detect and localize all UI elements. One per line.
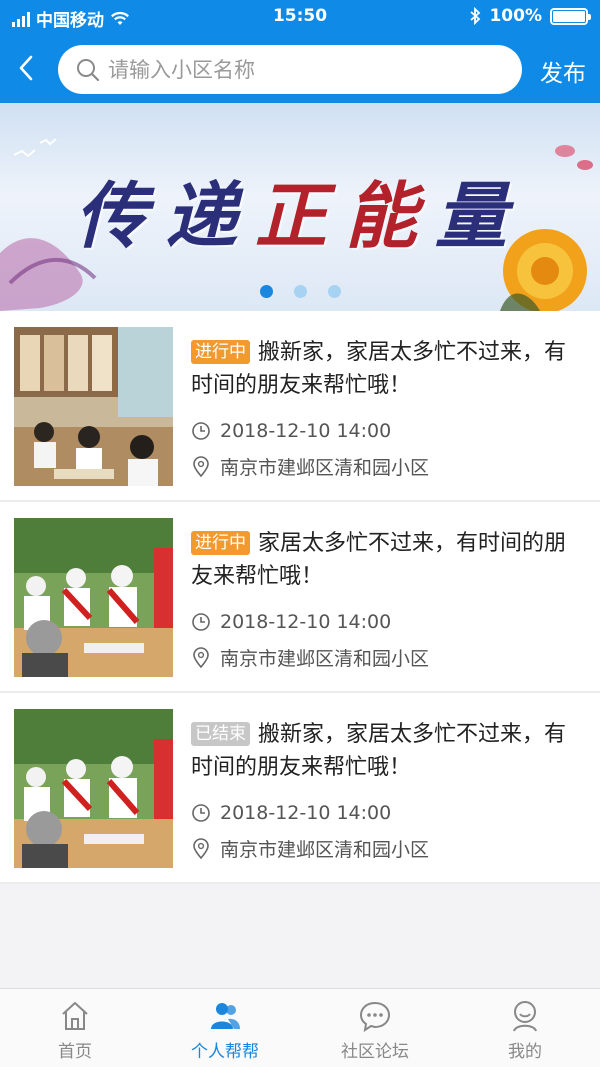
tab-label: 我的 [508, 1042, 542, 1062]
tab-label: 个人帮帮 [191, 1042, 259, 1062]
status-badge: 进行中 [191, 340, 250, 364]
tab-label: 社区论坛 [341, 1042, 409, 1062]
activity-thumbnail [14, 518, 173, 677]
app-header: 中国移动 15:50 100% 发布 [0, 0, 600, 103]
status-right: 100% [469, 6, 591, 26]
list-item[interactable]: 进行中 家居太多忙不过来，有时间的朋友来帮忙哦！ 2018-12-10 14:00 南… [0, 502, 600, 693]
carousel-dot[interactable] [327, 285, 341, 298]
promo-banner[interactable]: 传递正能量 [0, 103, 600, 311]
carousel-indicator[interactable] [0, 285, 600, 298]
tab-home[interactable]: 首页 [0, 989, 150, 1067]
activity-address-text: 南京市建邺区清和园小区 [220, 648, 430, 670]
activity-address-text: 南京市建邺区清和园小区 [220, 839, 430, 861]
clock-icon [192, 804, 210, 822]
activity-address: 南京市建邺区清和园小区 [191, 835, 429, 862]
activity-thumbnail [14, 709, 173, 868]
activity-time: 2018-12-10 14:00 [191, 420, 391, 442]
chat-icon [359, 1001, 391, 1033]
bluetooth-icon [470, 7, 481, 25]
people-icon [211, 1003, 240, 1029]
status-badge: 进行中 [191, 531, 250, 555]
status-badge: 已结束 [191, 722, 250, 746]
photo-image [14, 518, 173, 677]
battery-icon [550, 7, 591, 25]
battery-percent: 100% [489, 6, 542, 26]
carousel-dot[interactable] [259, 285, 273, 298]
search-input[interactable] [108, 57, 488, 82]
publish-button[interactable]: 发布 [540, 54, 586, 88]
home-icon [62, 1002, 88, 1030]
location-pin-icon [193, 646, 209, 668]
location-pin-icon [193, 455, 209, 477]
profile-icon [513, 1001, 537, 1032]
photo-image [14, 327, 173, 486]
list-item[interactable]: 进行中 搬新家，家居太多忙不过来，有时间的朋友来帮忙哦！ 2018-12-10 14… [0, 311, 600, 502]
banner-title: 传递正能量 [0, 157, 600, 262]
status-bar: 中国移动 15:50 100% [0, 0, 600, 34]
tab-chat[interactable]: 社区论坛 [300, 989, 450, 1067]
list-item[interactable]: 已结束 搬新家，家居太多忙不过来，有时间的朋友来帮忙哦！ 2018-12-10 14… [0, 693, 600, 884]
activity-title: 已结束 搬新家，家居太多忙不过来，有时间的朋友来帮忙哦！ [191, 718, 587, 784]
tab-profile[interactable]: 我的 [450, 989, 600, 1067]
location-pin-icon [193, 837, 209, 859]
search-bar[interactable] [58, 45, 522, 94]
banner-title-part1: 传递 [74, 173, 255, 258]
back-button[interactable] [6, 46, 46, 90]
activity-time: 2018-12-10 14:00 [191, 611, 391, 633]
activity-list: 进行中 搬新家，家居太多忙不过来，有时间的朋友来帮忙哦！ 2018-12-10 14… [0, 311, 600, 884]
tab-people[interactable]: 个人帮帮 [150, 989, 300, 1067]
battery-fill [553, 10, 585, 22]
activity-address-text: 南京市建邺区清和园小区 [220, 457, 430, 479]
clock-icon [192, 613, 210, 631]
carousel-dot[interactable] [293, 285, 307, 298]
activity-title: 进行中 家居太多忙不过来，有时间的朋友来帮忙哦！ [191, 527, 587, 593]
tab-label: 首页 [58, 1042, 92, 1062]
banner-title-part2: 正能 [254, 173, 435, 258]
photo-image [14, 709, 173, 868]
activity-title: 进行中 搬新家，家居太多忙不过来，有时间的朋友来帮忙哦！ [191, 336, 587, 402]
activity-time: 2018-12-10 14:00 [191, 802, 391, 824]
activity-address: 南京市建邺区清和园小区 [191, 644, 429, 671]
search-icon [77, 58, 100, 81]
bottom-tab-bar: 首页 个人帮帮 社区论坛 我的 [0, 988, 600, 1067]
activity-time-text: 2018-12-10 14:00 [220, 611, 392, 633]
clock-icon [192, 422, 210, 440]
activity-time-text: 2018-12-10 14:00 [220, 802, 392, 824]
banner-title-part3: 量 [435, 173, 526, 258]
chevron-left-icon [19, 55, 33, 81]
activity-thumbnail [14, 327, 173, 486]
activity-time-text: 2018-12-10 14:00 [220, 420, 392, 442]
activity-address: 南京市建邺区清和园小区 [191, 453, 429, 480]
